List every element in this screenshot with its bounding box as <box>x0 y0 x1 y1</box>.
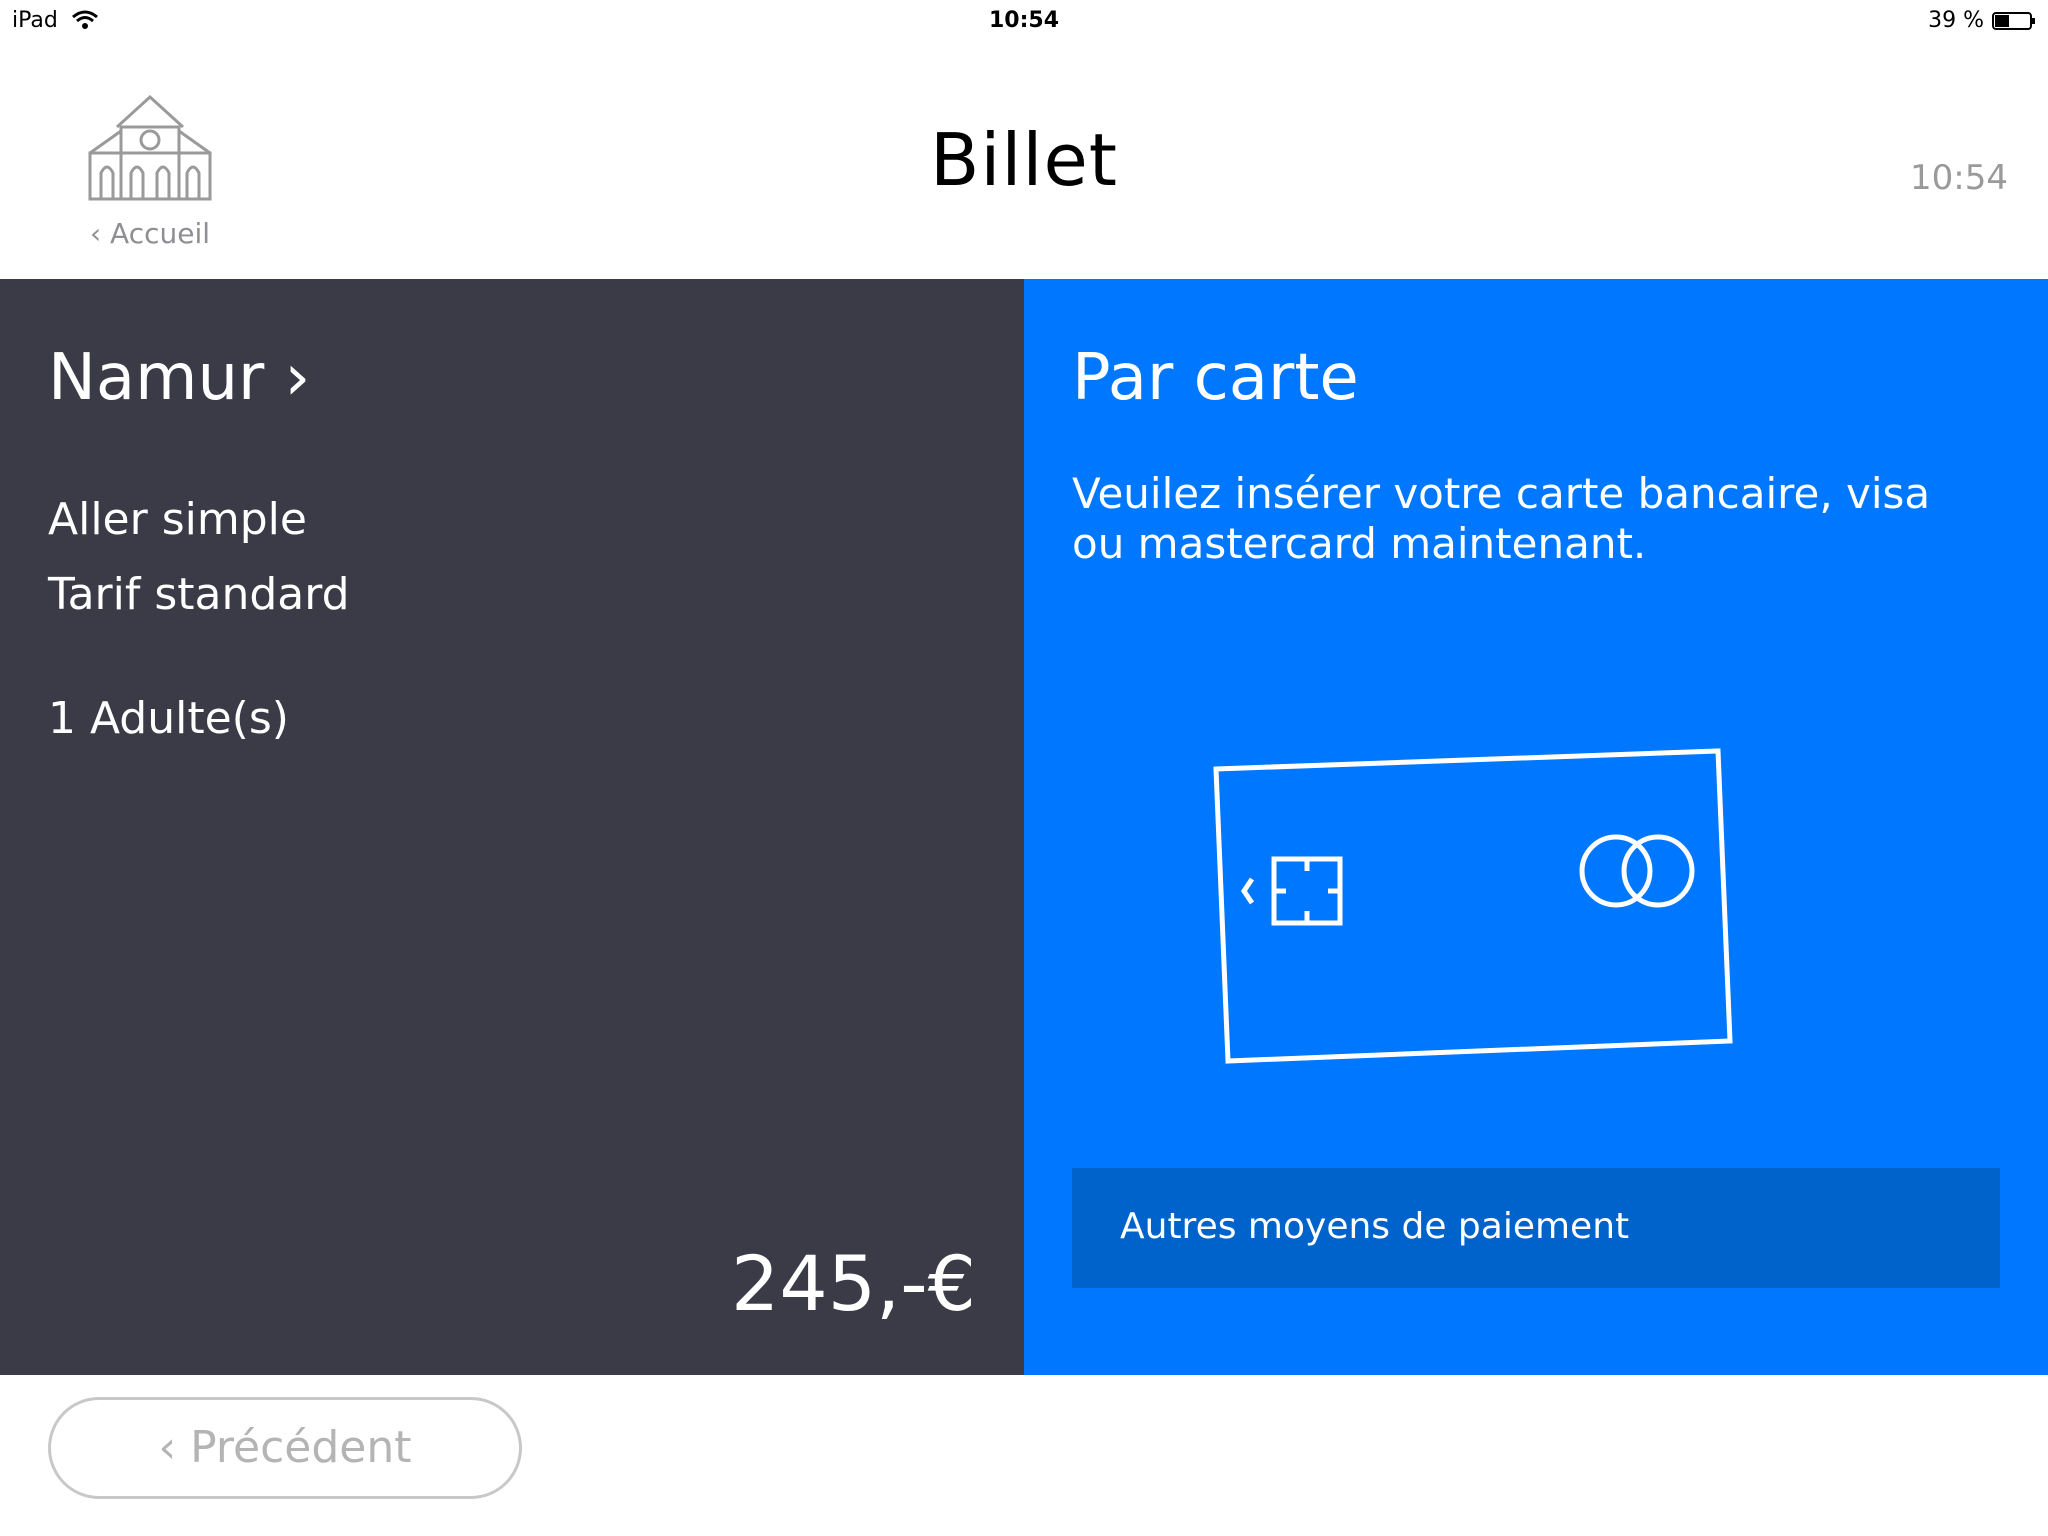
battery-icon <box>1992 12 2035 30</box>
bank-card-illustration <box>1213 748 1733 1064</box>
ticket-summary-panel: Namur › Aller simple Tarif standard 1 Ad… <box>0 279 1024 1375</box>
status-clock: 10:54 <box>988 8 1060 33</box>
fare-type: Tarif standard <box>48 569 350 620</box>
header-clock: 10:54 <box>1910 158 2008 198</box>
ticket-price: 245,-€ <box>731 1239 976 1328</box>
trip-type: Aller simple <box>48 494 307 545</box>
destination-link[interactable]: Namur › <box>48 341 310 415</box>
passenger-count: 1 Adulte(s) <box>48 693 289 744</box>
page-title: Billet <box>930 118 1118 202</box>
payment-instruction: Veuilez insérer votre carte bancaire, vi… <box>1072 469 1931 568</box>
payment-panel: Par carte Veuilez insérer votre carte ba… <box>1024 279 2048 1375</box>
battery-percentage: 39 % <box>1928 8 1984 33</box>
previous-button[interactable]: ‹ Précédent <box>48 1397 522 1499</box>
other-payment-methods-button[interactable]: Autres moyens de paiement <box>1072 1168 2000 1288</box>
payment-title: Par carte <box>1072 341 1359 415</box>
status-bar: iPad 10:54 39 % <box>0 0 2048 42</box>
home-label: ‹ Accueil <box>89 217 211 250</box>
other-payment-methods-label: Autres moyens de paiement <box>1120 1206 1630 1247</box>
